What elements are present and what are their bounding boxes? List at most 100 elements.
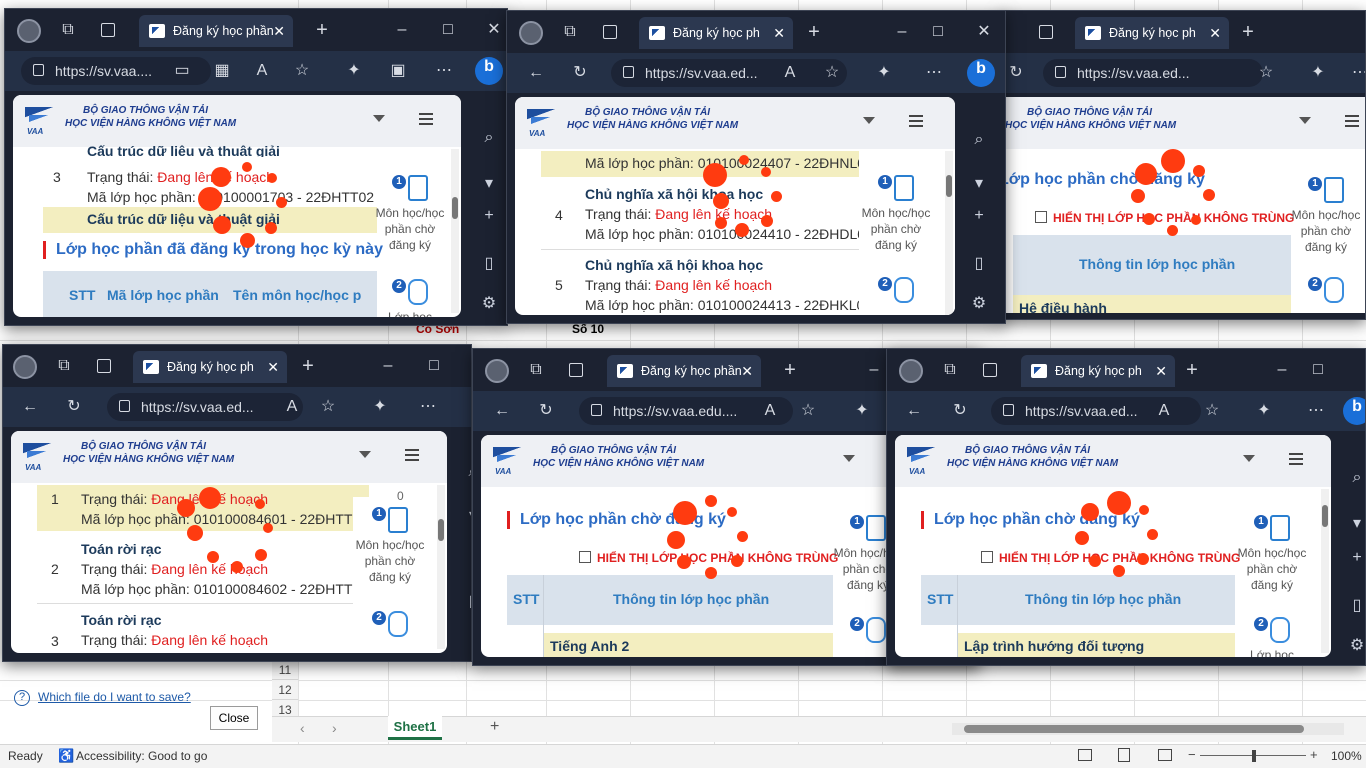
maximize-icon[interactable]: □	[423, 356, 445, 376]
address-bar[interactable]: https://sv.vaa.ed...	[611, 59, 847, 87]
avatar-icon[interactable]	[485, 359, 509, 383]
hamburger-menu-icon[interactable]	[1289, 453, 1303, 465]
hamburger-menu-icon[interactable]	[419, 113, 433, 125]
sheet-tab-sheet1[interactable]: Sheet1	[388, 716, 442, 740]
refresh-icon[interactable]: ↻	[535, 401, 557, 421]
tab-actions-icon[interactable]	[603, 25, 617, 39]
favorite-icon[interactable]: ☆	[1255, 63, 1277, 83]
new-tab-icon[interactable]: +	[1237, 22, 1259, 42]
settings-icon[interactable]: ⚙	[967, 293, 991, 313]
zoom-level[interactable]: 100%	[1331, 749, 1362, 763]
favorite-icon[interactable]: ☆	[821, 63, 843, 83]
minimize-icon[interactable]: –	[1271, 360, 1293, 380]
course-row[interactable]: Tiếng Anh 2	[544, 633, 833, 657]
close-tab-icon[interactable]: ✕	[1155, 355, 1167, 387]
row-header[interactable]: 12	[272, 680, 298, 700]
address-bar[interactable]: https://sv.vaa.ed...	[1043, 59, 1263, 87]
normal-view-icon[interactable]	[1078, 749, 1092, 761]
chevron-down-icon[interactable]: ▾	[967, 173, 991, 193]
tab-dang-ky[interactable]: Đăng ký học phần ✕	[607, 355, 761, 387]
hamburger-menu-icon[interactable]	[1345, 115, 1359, 127]
workspaces-icon[interactable]: ⧉	[939, 360, 961, 380]
grid-view-icon[interactable]: ▦	[211, 61, 233, 81]
tab-actions-icon[interactable]	[97, 359, 111, 373]
plus-icon[interactable]: +	[967, 207, 991, 225]
registered-classes-link[interactable]: 2	[355, 611, 425, 641]
refresh-icon[interactable]: ↻	[949, 401, 971, 421]
page-layout-icon[interactable]	[1118, 748, 1130, 762]
sidebar-toggle-icon[interactable]: ▯	[461, 591, 471, 611]
registered-classes-link[interactable]: 2 Lớp học	[375, 279, 445, 317]
back-icon[interactable]: ←	[525, 63, 547, 83]
zoom-out-button[interactable]: −	[1188, 747, 1196, 762]
chevron-down-icon[interactable]	[373, 115, 385, 122]
avatar-icon[interactable]	[13, 355, 37, 379]
extensions-icon[interactable]: ✦	[851, 401, 873, 421]
search-icon[interactable]: ⌕	[461, 463, 471, 481]
read-aloud-icon[interactable]: A	[251, 61, 273, 81]
extensions-icon[interactable]: ✦	[1307, 63, 1329, 83]
new-tab-icon[interactable]: +	[1181, 360, 1203, 380]
cell-so10[interactable]: Số 10	[572, 322, 604, 336]
close-icon[interactable]: ✕	[973, 22, 995, 42]
non-conflict-checkbox[interactable]: HIỂN THỊ LỚP HỌC PHẦN KHÔNG TRÙNG	[1035, 211, 1294, 225]
back-icon[interactable]: ←	[491, 401, 513, 421]
prev-sheet-icon[interactable]: ‹	[300, 720, 305, 736]
chevron-down-icon[interactable]	[843, 455, 855, 462]
workspaces-icon[interactable]: ⧉	[53, 356, 75, 376]
refresh-icon[interactable]: ↻	[1005, 63, 1027, 83]
chevron-down-icon[interactable]: ▾	[1345, 513, 1365, 533]
maximize-icon[interactable]: □	[927, 22, 949, 42]
zoom-slider-handle[interactable]	[1252, 750, 1256, 762]
tab-dang-ky[interactable]: Đăng ký học ph ✕	[639, 17, 793, 49]
plus-icon[interactable]: +	[1345, 549, 1365, 567]
tab-actions-icon[interactable]	[569, 363, 583, 377]
tab-dang-ky[interactable]: Đăng ký học ph ✕	[133, 351, 287, 383]
browser-window-3[interactable]: Đăng ký học ph ✕ + ↻ https://sv.vaa.ed..…	[1000, 10, 1366, 320]
page-scrollbar[interactable]	[945, 151, 953, 315]
settings-icon[interactable]: ⚙	[1345, 635, 1365, 655]
registered-classes-link[interactable]: 2	[1291, 277, 1361, 307]
hamburger-menu-icon[interactable]	[909, 115, 923, 127]
tab-dang-ky[interactable]: Đăng ký học ph ✕	[1021, 355, 1175, 387]
chevron-down-icon[interactable]	[1299, 117, 1311, 124]
registered-classes-link[interactable]: 2	[861, 277, 931, 307]
page-scrollbar[interactable]	[451, 149, 459, 313]
chevron-down-icon[interactable]	[359, 451, 371, 458]
more-icon[interactable]: ⋯	[1305, 401, 1327, 421]
tab-actions-icon[interactable]	[101, 23, 115, 37]
help-link[interactable]: Which file do I want to save?	[38, 690, 191, 704]
close-tab-icon[interactable]: ✕	[1209, 17, 1221, 49]
scrollbar-thumb[interactable]	[964, 725, 1304, 733]
extensions-icon[interactable]: ✦	[369, 397, 391, 417]
minimize-icon[interactable]: –	[377, 356, 399, 376]
close-tab-icon[interactable]: ✕	[267, 351, 279, 383]
close-tab-icon[interactable]: ✕	[273, 15, 285, 47]
maximize-icon[interactable]: □	[437, 20, 459, 40]
registered-classes-link[interactable]: 2 Lớp học	[1237, 617, 1307, 657]
read-aloud-icon[interactable]: A	[281, 397, 303, 417]
new-tab-icon[interactable]: +	[297, 356, 319, 376]
pending-courses-link[interactable]: 1 Môn học/học phần chờ đăng ký	[861, 175, 931, 253]
next-sheet-icon[interactable]: ›	[332, 720, 337, 736]
chevron-down-icon[interactable]	[863, 117, 875, 124]
maximize-icon[interactable]: □	[1307, 360, 1329, 380]
browser-window-2[interactable]: ⧉ Đăng ký học ph ✕ + – □ ✕ ← ↻ https://s…	[506, 10, 1006, 324]
bing-icon[interactable]: b	[1343, 397, 1365, 425]
course-row[interactable]: Lập trình hướng đối tượng	[958, 633, 1235, 657]
minimize-icon[interactable]: –	[891, 22, 913, 42]
refresh-icon[interactable]: ↻	[569, 63, 591, 83]
avatar-icon[interactable]	[519, 21, 543, 45]
collections-icon[interactable]: ▣	[387, 61, 409, 81]
extensions-icon[interactable]: ✦	[873, 63, 895, 83]
chevron-down-icon[interactable]: ▾	[461, 505, 471, 525]
tab-dang-ky[interactable]: Đăng ký học phần ✕	[139, 15, 293, 47]
chevron-down-icon[interactable]	[1243, 455, 1255, 462]
sidebar-toggle-icon[interactable]: ▯	[477, 253, 501, 273]
new-tab-icon[interactable]: +	[803, 22, 825, 42]
bing-icon[interactable]: b	[475, 57, 503, 85]
minimize-icon[interactable]: –	[391, 20, 413, 40]
read-aloud-icon[interactable]: A	[779, 63, 801, 83]
search-icon[interactable]: ⌕	[967, 131, 991, 149]
page-break-icon[interactable]	[1158, 749, 1172, 761]
